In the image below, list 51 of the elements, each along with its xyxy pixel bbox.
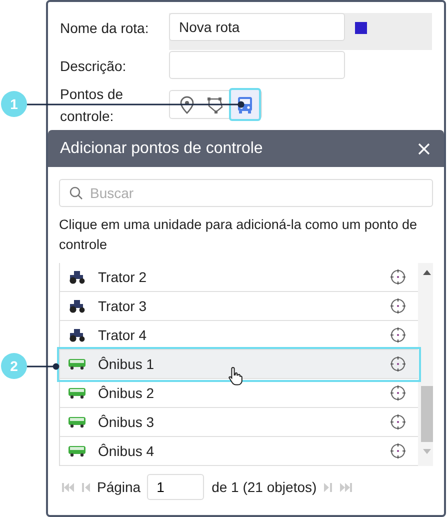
route-name-label: Nome da rota:	[60, 19, 150, 36]
scroll-up-icon[interactable]	[422, 270, 430, 275]
unit-row[interactable]: Trator 2	[60, 263, 418, 292]
unit-name: Trator 4	[98, 327, 148, 343]
hint-text: Clique em uma unidade para adicioná-la como um ponto de controle	[59, 216, 418, 254]
unit-name: Ônibus 3	[98, 414, 156, 430]
unit-name: Trator 2	[98, 269, 148, 285]
unit-row[interactable]: Ônibus 4	[60, 437, 418, 466]
search-icon	[69, 186, 83, 200]
callout-badge: 1	[1, 91, 27, 117]
page-label: Página	[97, 479, 141, 495]
unit-name: Trator 3	[98, 298, 148, 314]
crosshair-icon[interactable]	[390, 443, 406, 459]
hand-cursor-icon	[228, 366, 244, 386]
crosshair-icon[interactable]	[390, 356, 406, 372]
description-label: Descrição:	[60, 57, 128, 74]
page-number-field[interactable]: 1	[146, 474, 204, 500]
crosshair-icon[interactable]	[390, 298, 406, 314]
crosshair-icon[interactable]	[390, 414, 406, 430]
scrollbar-thumb[interactable]	[420, 386, 432, 442]
unit-name: Ônibus 1	[98, 356, 156, 372]
checkpoints-label: Pontos de controle:	[60, 85, 124, 126]
unit-row[interactable]: Ônibus 2	[60, 379, 418, 408]
unit-row[interactable]: Ônibus 1	[60, 350, 418, 379]
unit-button[interactable]	[229, 88, 261, 121]
bus-icon	[68, 358, 86, 370]
bus-icon	[68, 387, 86, 399]
tractor-icon	[68, 270, 86, 284]
callout-badge: 2	[1, 353, 27, 379]
bus-icon	[68, 416, 86, 428]
search-field[interactable]: Buscar	[59, 179, 433, 207]
dialog-title: Adicionar pontos de controle	[60, 140, 263, 158]
map-pin-icon	[180, 96, 194, 114]
leader-line	[27, 362, 60, 370]
crosshair-icon[interactable]	[390, 269, 406, 285]
polygon-icon	[206, 96, 224, 114]
unit-name: Ônibus 2	[98, 385, 156, 401]
crosshair-icon[interactable]	[390, 327, 406, 343]
tractor-icon	[68, 300, 86, 312]
crosshair-icon[interactable]	[390, 385, 406, 401]
bus-icon	[68, 445, 86, 457]
close-icon[interactable]	[418, 142, 430, 154]
description-field[interactable]	[169, 51, 345, 79]
unit-row[interactable]: Ônibus 3	[60, 408, 418, 437]
unit-row[interactable]: Trator 3	[60, 292, 418, 321]
page-total: de 1 (21 objetos)	[212, 479, 317, 495]
unit-name: Ônibus 4	[98, 443, 156, 459]
unit-row[interactable]: Trator 4	[60, 321, 418, 350]
tractor-icon	[68, 328, 86, 342]
route-color-swatch[interactable]	[355, 22, 367, 34]
route-name-field[interactable]: Nova rota	[169, 13, 345, 41]
